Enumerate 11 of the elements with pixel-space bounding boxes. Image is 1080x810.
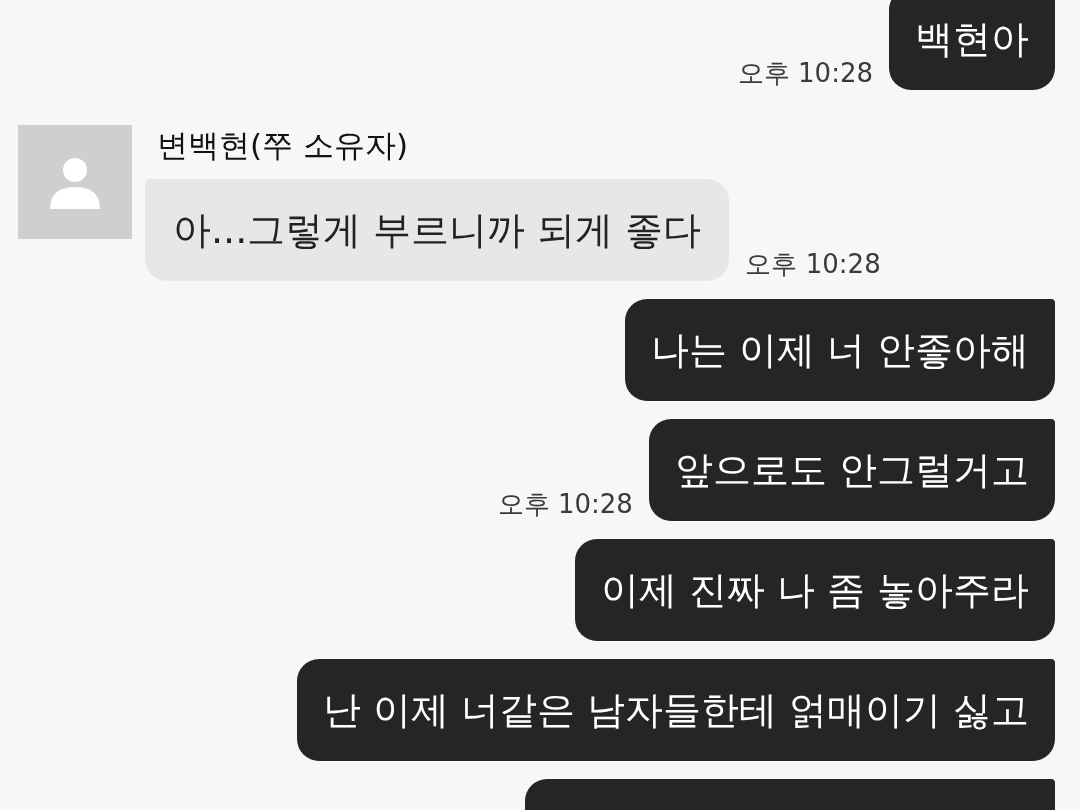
avatar-icon (18, 125, 132, 239)
message-bubble: 나는 이제 너 안좋아해 (624, 299, 1055, 401)
timestamp: 오후 10:28 (745, 251, 881, 277)
message-bubble: 백현아 (889, 0, 1055, 90)
timestamp: 오후 10:28 (497, 491, 633, 517)
message-bubble: 아...그렇게 부르니까 되게 좋다 (145, 179, 730, 281)
message-bubble: 난 이제 너같은 남자들한테 얽매이기 싫고 (296, 659, 1055, 761)
message-bubble: 앞으로도 안그럴거고 (648, 419, 1055, 521)
timestamp: 오후 10:28 (737, 60, 873, 86)
message-bubble: 이제 진짜 나 좀 놓아주라 (574, 539, 1055, 641)
sender-name: 변백현(쭈 소유자) (157, 126, 410, 165)
